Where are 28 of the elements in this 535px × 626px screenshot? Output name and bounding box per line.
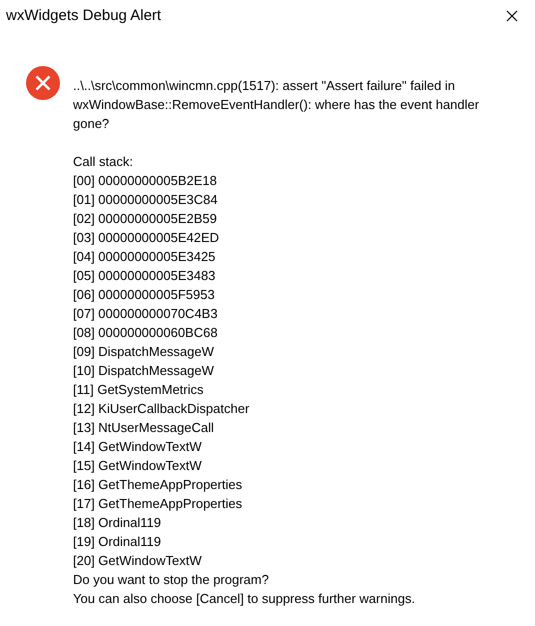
stack-frame: [11] GetSystemMetrics [73, 380, 513, 399]
stack-frame: [18] Ordinal119 [73, 513, 513, 532]
stack-frame: [00] 00000000005B2E18 [73, 171, 513, 190]
stack-frame: [16] GetThemeAppProperties [73, 475, 513, 494]
stack-frame: [20] GetWindowTextW [73, 551, 513, 570]
stack-frame: [08] 000000000060BC68 [73, 323, 513, 342]
close-icon [506, 10, 518, 22]
hint-text: You can also choose [Cancel] to suppress further warnings. [73, 590, 416, 608]
stack-frame: [17] GetThemeAppProperties [73, 494, 513, 513]
stack-frame: [09] DispatchMessageW [73, 342, 513, 361]
stack-frame: [03] 00000000005E42ED [73, 228, 513, 247]
window-title: wxWidgets Debug Alert [6, 7, 162, 24]
stack-frame: [04] 00000000005E3425 [73, 247, 513, 266]
stack-frame: [01] 00000000005E3C84 [73, 190, 513, 209]
stack-frame: [14] GetWindowTextW [73, 437, 513, 456]
assert-message: ..\..\src\common\wincmn.cpp(1517): assert "Assert failure" failed in wxWindowBase::RemoveEventHandler(): where has the event handler gone? [73, 77, 480, 133]
stack-frame: [12] KiUserCallbackDispatcher [73, 399, 513, 418]
stack-frame: [19] Ordinal119 [73, 532, 513, 551]
stack-frame: [05] 00000000005E3483 [73, 266, 513, 285]
stack-frame: [06] 00000000005F5953 [73, 285, 513, 304]
stack-frame: [07] 000000000070C4B3 [73, 304, 513, 323]
stack-frame: [02] 00000000005E2B59 [73, 209, 513, 228]
error-icon [26, 66, 60, 100]
call-stack-label: Call stack: [73, 153, 134, 171]
stack-frame: [10] DispatchMessageW [73, 361, 513, 380]
question-text: Do you want to stop the program? [73, 571, 270, 589]
stack-frame: [15] GetWindowTextW [73, 456, 513, 475]
stack-frame: [13] NtUserMessageCall [73, 418, 513, 437]
